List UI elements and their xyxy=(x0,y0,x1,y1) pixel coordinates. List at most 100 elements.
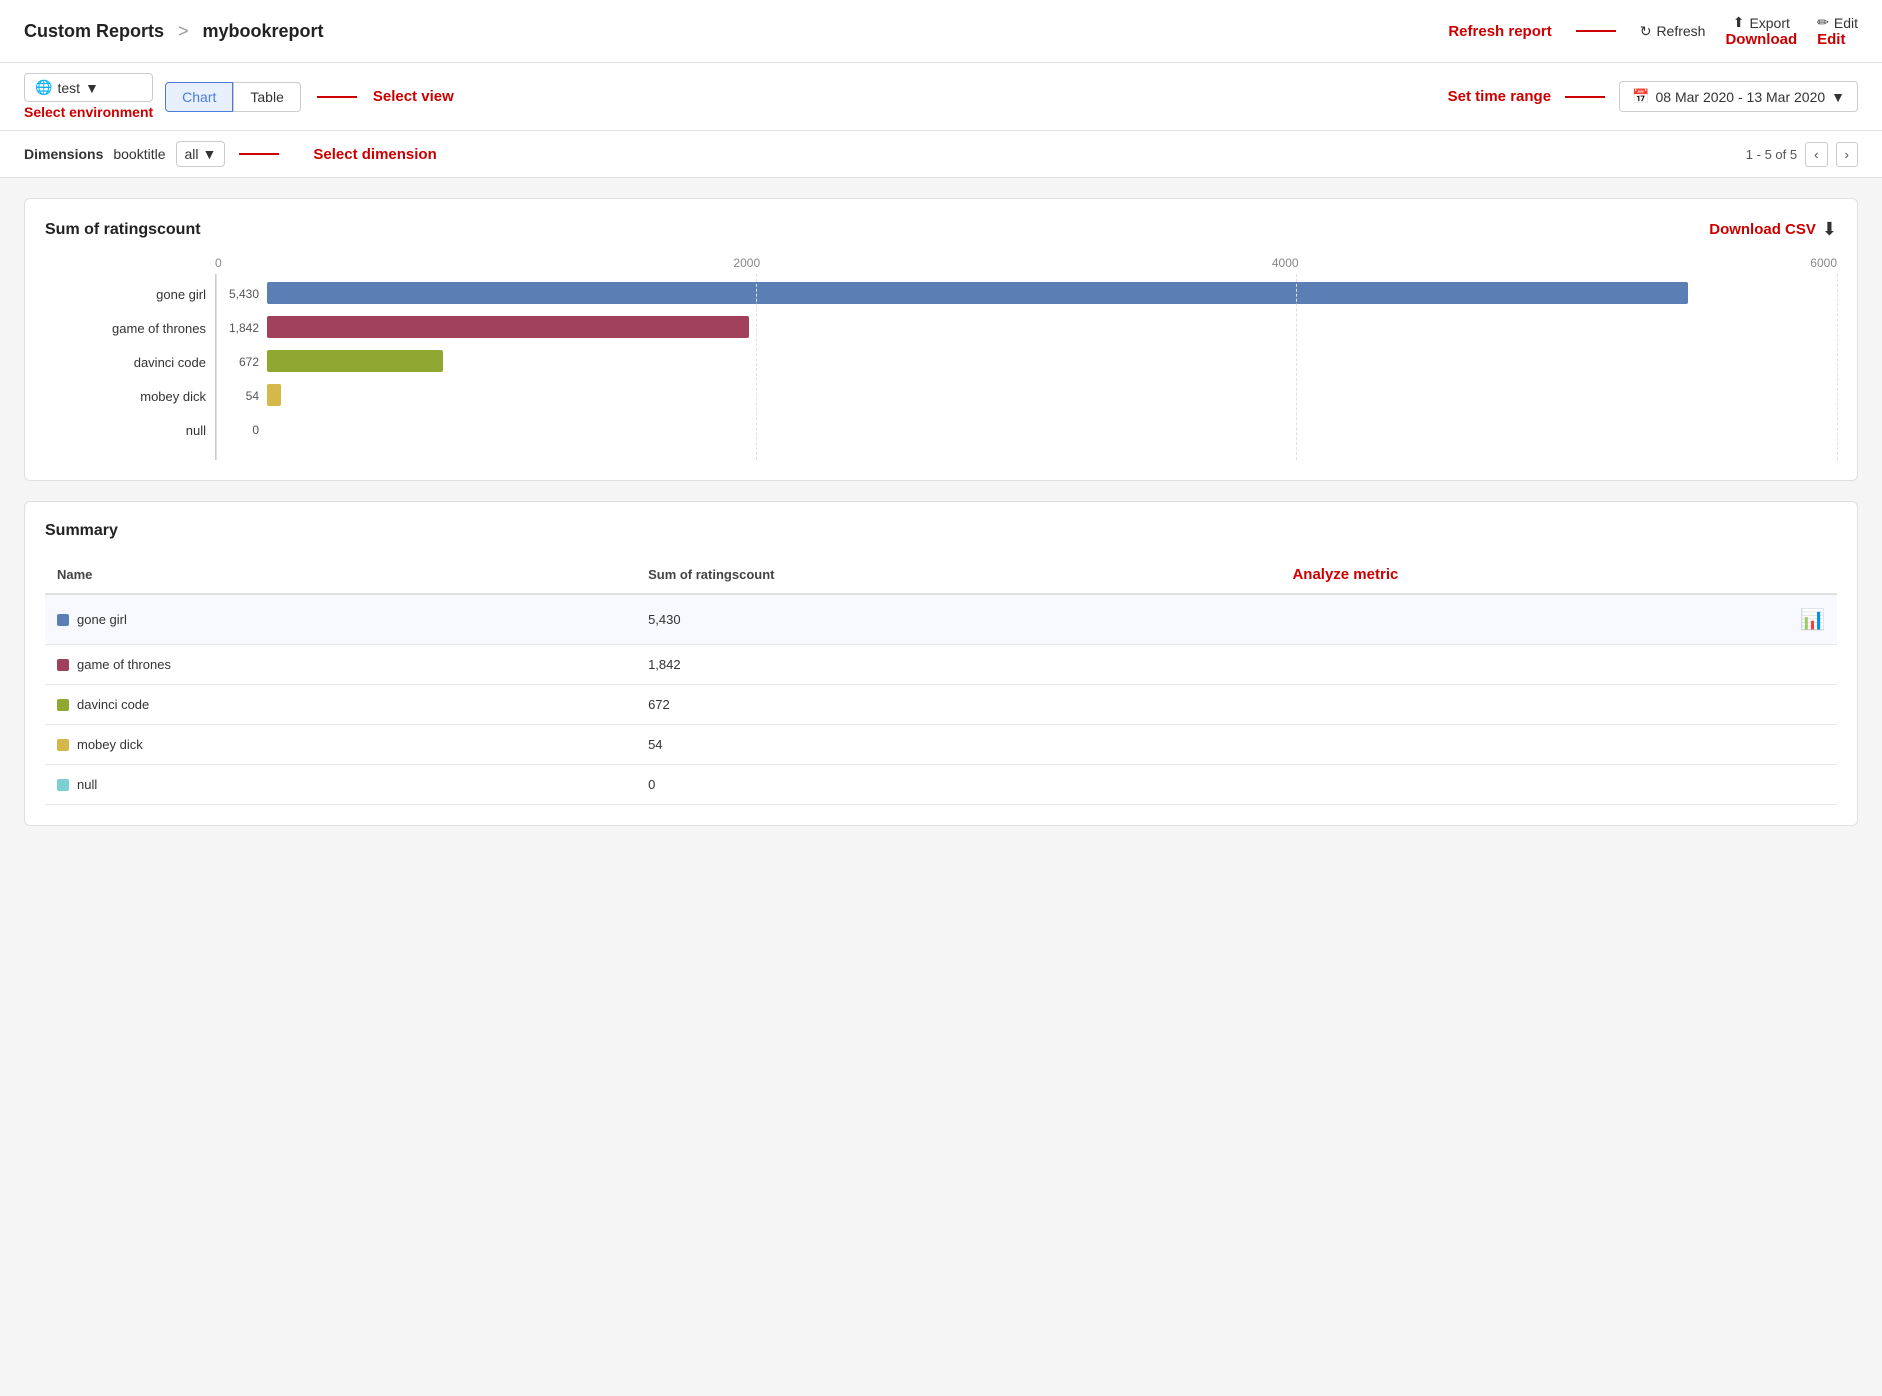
analyze-cell xyxy=(1280,685,1837,725)
dimensions-label: Dimensions xyxy=(24,146,103,162)
summary-name-cell: gone girl xyxy=(45,594,636,645)
select-env-label: Select environment xyxy=(24,104,153,120)
chart-row: davinci code672 xyxy=(216,350,1837,374)
summary-header: Summary xyxy=(45,522,1837,540)
bar-fill xyxy=(267,316,749,338)
edit-icon: ✏ xyxy=(1817,14,1829,31)
chart-card: Sum of ratingscount Download CSV ⬇ 0 200… xyxy=(24,198,1858,481)
summary-table: Name Sum of ratingscount Analyze metric … xyxy=(45,556,1837,805)
chart-row: gone girl5,430 xyxy=(216,282,1837,306)
view-toolbar: 🌐 test ▼ Select environment Chart Table … xyxy=(0,63,1882,131)
dimensions-bar: Dimensions booktitle all ▼ Select dimens… xyxy=(0,131,1882,178)
axis-6000: 6000 xyxy=(1810,256,1837,270)
breadcrumb-parent: Custom Reports xyxy=(24,21,164,42)
color-indicator xyxy=(57,739,69,751)
divider-line xyxy=(1576,30,1616,32)
col-metric: Sum of ratingscount xyxy=(636,556,1280,594)
color-indicator xyxy=(57,779,69,791)
tab-chart[interactable]: Chart xyxy=(165,82,233,112)
summary-value-cell: 1,842 xyxy=(636,645,1280,685)
bar-label: game of thrones xyxy=(96,321,206,336)
analyze-label: Analyze metric xyxy=(1292,566,1398,583)
summary-title: Summary xyxy=(45,522,118,540)
color-indicator xyxy=(57,614,69,626)
date-range-picker[interactable]: 📅 08 Mar 2020 - 13 Mar 2020 ▼ xyxy=(1619,81,1858,112)
row-name: mobey dick xyxy=(77,737,143,752)
dimension-filter-select[interactable]: all ▼ xyxy=(176,141,226,167)
summary-table-body: gone girl 5,430 📊 game of thrones 1,842 d… xyxy=(45,594,1837,805)
table-row: mobey dick 54 xyxy=(45,725,1837,765)
analyze-cell xyxy=(1280,725,1837,765)
globe-icon: 🌐 xyxy=(35,79,52,96)
page-info: 1 - 5 of 5 xyxy=(1746,147,1797,162)
view-tabs: Chart Table xyxy=(165,82,301,112)
summary-name-cell: null xyxy=(45,765,636,805)
main-content: Sum of ratingscount Download CSV ⬇ 0 200… xyxy=(0,178,1882,846)
bar-value: 0 xyxy=(214,423,259,437)
select-view-line xyxy=(317,96,357,98)
bar-label: davinci code xyxy=(96,355,206,370)
export-button[interactable]: ⬆ Export xyxy=(1733,14,1790,31)
edit-button[interactable]: ✏ Edit xyxy=(1817,14,1858,31)
chart-card-header: Sum of ratingscount Download CSV ⬇ xyxy=(45,219,1837,240)
row-name: gone girl xyxy=(77,612,127,627)
analyze-metric-button[interactable]: 📊 xyxy=(1800,609,1825,631)
breadcrumb-current: mybookreport xyxy=(203,21,324,42)
download-csv-label: Download CSV xyxy=(1709,221,1816,238)
chart-bars-container: gone girl5,430game of thrones1,842davinc… xyxy=(215,274,1837,460)
edit-group: ✏ Edit Edit xyxy=(1817,14,1858,48)
chevron-down-icon: ▼ xyxy=(1831,89,1845,105)
toolbar-right: Set time range 📅 08 Mar 2020 - 13 Mar 20… xyxy=(1448,81,1858,112)
summary-card: Summary Name Sum of ratingscount Analyze… xyxy=(24,501,1858,826)
bar-value: 54 xyxy=(214,389,259,403)
bar-value: 672 xyxy=(214,355,259,369)
prev-page-button[interactable]: ‹ xyxy=(1805,142,1827,167)
select-dim-line xyxy=(239,153,279,155)
col-name: Name xyxy=(45,556,636,594)
table-row: gone girl 5,430 📊 xyxy=(45,594,1837,645)
table-row: davinci code 672 xyxy=(45,685,1837,725)
bar-fill xyxy=(267,384,281,406)
environment-selector[interactable]: 🌐 test ▼ xyxy=(24,73,153,102)
date-range-value: 08 Mar 2020 - 13 Mar 2020 xyxy=(1655,89,1825,105)
row-name: null xyxy=(77,777,97,792)
color-indicator xyxy=(57,659,69,671)
summary-name-cell: mobey dick xyxy=(45,725,636,765)
row-name: davinci code xyxy=(77,697,149,712)
bar-label: null xyxy=(96,423,206,438)
axis-0: 0 xyxy=(215,256,222,270)
table-row: null 0 xyxy=(45,765,1837,805)
bar-track xyxy=(267,384,1837,408)
summary-value-cell: 5,430 xyxy=(636,594,1280,645)
chart-row: mobey dick54 xyxy=(216,384,1837,408)
chevron-down-icon: ▼ xyxy=(203,146,217,162)
bar-label: gone girl xyxy=(96,287,206,302)
summary-value-cell: 54 xyxy=(636,725,1280,765)
chart-title: Sum of ratingscount xyxy=(45,221,201,239)
table-header-row: Name Sum of ratingscount Analyze metric xyxy=(45,556,1837,594)
bar-label: mobey dick xyxy=(96,389,206,404)
analyze-cell xyxy=(1280,645,1837,685)
bar-track xyxy=(267,282,1837,306)
bar-track xyxy=(267,316,1837,340)
toolbar-left: 🌐 test ▼ Select environment Chart Table … xyxy=(24,73,454,120)
x-axis: 0 2000 4000 6000 xyxy=(215,256,1837,270)
env-value: test xyxy=(57,80,80,96)
color-indicator xyxy=(57,699,69,711)
select-view-label: Select view xyxy=(373,88,454,105)
summary-name-cell: davinci code xyxy=(45,685,636,725)
summary-name-cell: game of thrones xyxy=(45,645,636,685)
tab-table[interactable]: Table xyxy=(233,82,300,112)
axis-4000: 4000 xyxy=(1272,256,1299,270)
next-page-button[interactable]: › xyxy=(1836,142,1858,167)
refresh-button[interactable]: ↻ Refresh xyxy=(1640,23,1706,40)
col-analyze: Analyze metric xyxy=(1280,556,1837,594)
time-line xyxy=(1565,96,1605,98)
environment-group: 🌐 test ▼ Select environment xyxy=(24,73,153,120)
analyze-cell xyxy=(1280,765,1837,805)
download-csv-icon: ⬇ xyxy=(1822,219,1837,240)
download-csv-button[interactable]: Download CSV ⬇ xyxy=(1709,219,1837,240)
header-actions: Refresh report ↻ Refresh ⬆ Export Downlo… xyxy=(1448,14,1858,48)
bar-value: 5,430 xyxy=(214,287,259,301)
pagination: 1 - 5 of 5 ‹ › xyxy=(1746,142,1858,167)
